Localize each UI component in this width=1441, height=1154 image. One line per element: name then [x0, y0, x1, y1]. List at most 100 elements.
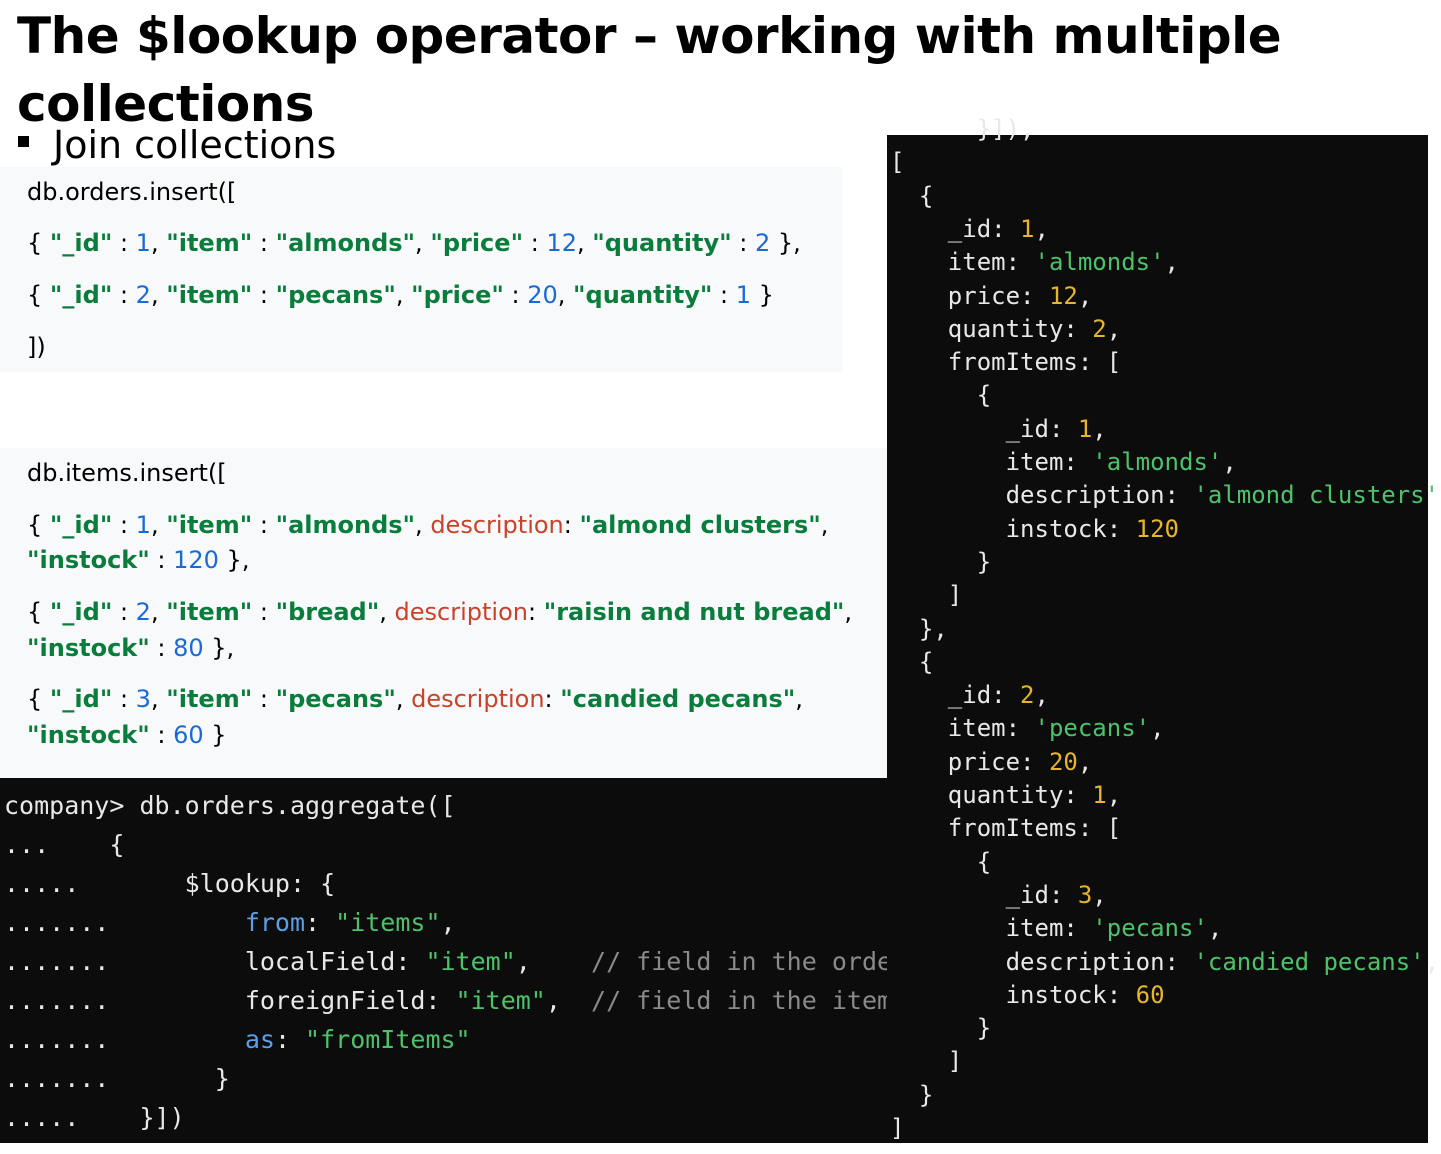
code-token: ,: [150, 685, 167, 713]
code-token: "instock": [27, 634, 150, 662]
terminal-line: quantity: 2,: [890, 313, 1121, 346]
code-token: ,: [150, 598, 167, 626]
code-line: { "_id" : 3, "item" : "pecans", descript…: [27, 682, 803, 717]
code-token: :: [149, 546, 174, 574]
terminal-token: 12: [1048, 281, 1078, 310]
code-line: db.orders.insert([: [27, 178, 237, 206]
code-token: "item": [166, 598, 253, 626]
code-token: "_id": [49, 685, 113, 713]
terminal-token: 2: [1020, 681, 1035, 710]
terminal-token: {: [890, 381, 992, 410]
code-token: },: [770, 229, 801, 257]
terminal-line: }]),: [890, 113, 1035, 146]
code-token: 120: [173, 546, 219, 574]
terminal-token: price:: [890, 281, 1049, 310]
terminal-token: ,: [1222, 448, 1237, 476]
terminal-line: description: 'candied pecans',: [890, 946, 1439, 979]
code-token: ,: [150, 511, 167, 539]
code-token: 1: [135, 511, 151, 539]
code-token: 1: [135, 229, 151, 257]
terminal-token: }]),: [890, 115, 1035, 143]
code-token: {: [27, 598, 50, 626]
code-line: { "_id" : 2, "item" : "pecans", "price" …: [27, 278, 774, 313]
code-token: ,: [576, 229, 593, 257]
terminal-token: ,: [1424, 947, 1440, 976]
code-token: :: [252, 685, 276, 713]
terminal-token: 120: [1135, 514, 1179, 543]
code-token: 12: [546, 229, 577, 257]
code-token: :: [112, 281, 136, 309]
code-line: "instock" : 60 }: [27, 718, 227, 753]
terminal-token: ,: [1092, 414, 1107, 443]
code-token: ,: [395, 685, 412, 713]
terminal-token: ....... foreignField:: [4, 986, 456, 1015]
terminal-token: .......: [4, 908, 245, 937]
terminal-token: ..... $lookup: {: [4, 869, 336, 898]
terminal-token: _id:: [890, 681, 1021, 710]
code-token: "_id": [49, 598, 113, 626]
terminal-line: fromItems: [: [890, 346, 1121, 379]
code-token: "bread": [275, 598, 380, 626]
terminal-line: {: [890, 379, 991, 412]
result-terminal-screenshot: }]), [ { _id: 1, item: 'almonds', price: …: [887, 115, 1441, 1143]
code-token: "price": [430, 229, 524, 257]
code-token: "_id": [49, 281, 113, 309]
terminal-token: 60: [1135, 980, 1165, 1009]
terminal-token: ... {: [4, 830, 125, 859]
terminal-token: "item": [425, 947, 516, 976]
terminal-line: quantity: 1,: [890, 779, 1121, 812]
code-token: "almond clusters": [579, 511, 821, 539]
code-token: "candied pecans": [560, 685, 796, 713]
terminal-line: item: 'pecans',: [890, 712, 1165, 745]
code-token: {: [27, 281, 50, 309]
code-token: ,: [844, 598, 853, 626]
code-token: :: [112, 229, 136, 257]
terminal-line: price: 12,: [890, 280, 1093, 313]
terminal-line: item: 'almonds',: [890, 246, 1179, 279]
code-token: "quantity": [592, 229, 732, 257]
terminal-token: ,: [1164, 248, 1179, 277]
code-token: 1: [735, 281, 752, 309]
terminal-token: 20: [1048, 747, 1078, 776]
items-insert-code-block: db.items.insert([ { "_id" : 1, "item" : …: [0, 448, 887, 778]
terminal-line: ....... from: "items",: [4, 903, 456, 942]
code-token: :: [149, 721, 174, 749]
code-token: 20: [527, 281, 558, 309]
terminal-token: ]: [890, 1114, 905, 1142]
terminal-token: 'almonds': [1092, 448, 1223, 476]
code-token: 2: [754, 229, 771, 257]
terminal-token: fromItems: [: [890, 814, 1122, 843]
code-token: {: [27, 511, 50, 539]
terminal-token: [: [890, 148, 905, 177]
slide-title: The $lookup operator – working with mult…: [17, 7, 1282, 133]
code-token: description: [430, 511, 564, 539]
code-line: { "_id" : 2, "item" : "bread", descripti…: [27, 595, 852, 630]
code-token: },: [203, 634, 235, 662]
code-token: :: [523, 229, 547, 257]
code-token: },: [218, 546, 250, 574]
code-token: :: [544, 685, 561, 713]
terminal-token: description:: [890, 947, 1194, 976]
terminal-token: quantity:: [890, 314, 1093, 343]
terminal-token: ,: [1092, 880, 1107, 909]
terminal-line: {: [890, 846, 991, 879]
code-token: ,: [150, 281, 167, 309]
code-token: ,: [150, 229, 167, 257]
code-token: 60: [173, 721, 204, 749]
terminal-token: "fromItems": [305, 1025, 471, 1054]
terminal-token: ,: [1034, 214, 1049, 243]
terminal-token: price:: [890, 747, 1049, 776]
code-token: }: [751, 281, 774, 309]
terminal-line: ]: [890, 579, 962, 612]
code-token: }: [203, 721, 227, 749]
code-token: "_id": [49, 511, 113, 539]
terminal-token: ,: [1106, 781, 1122, 809]
terminal-line: item: 'almonds',: [890, 446, 1237, 479]
terminal-token: as: [244, 1025, 275, 1054]
terminal-token: 1: [1020, 214, 1035, 243]
code-token: 3: [135, 685, 151, 713]
code-token: "_id": [49, 229, 113, 257]
terminal-line: ....... as: "fromItems": [4, 1020, 471, 1059]
code-token: :: [252, 281, 276, 309]
code-token: "pecans": [275, 281, 396, 309]
